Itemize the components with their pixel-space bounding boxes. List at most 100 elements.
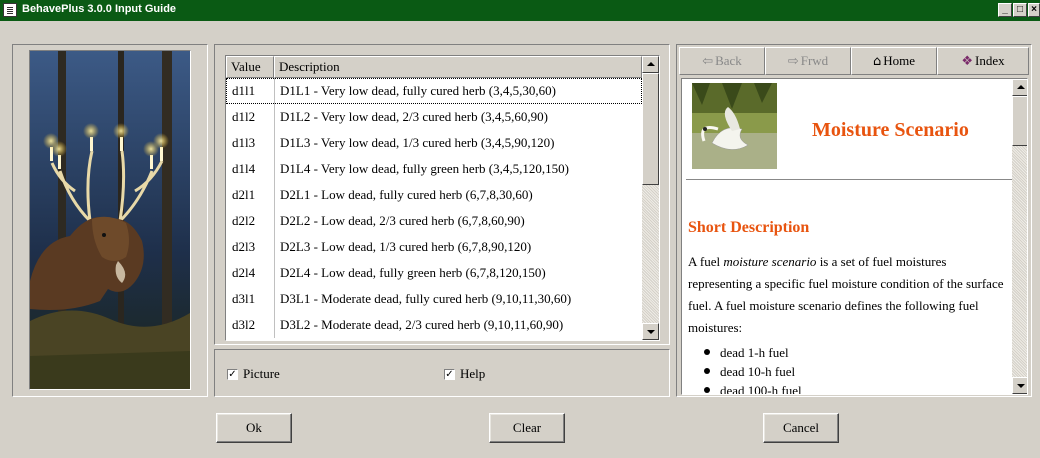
table-row[interactable]: d2l3 D2L3 - Low dead, 1/3 cured herb (6,7… (226, 234, 642, 260)
row-description: D2L1 - Low dead, fully cured herb (6,7,8… (280, 187, 533, 202)
list-header: Value Description (226, 56, 642, 78)
list-item: dead 1-h fuel (688, 343, 1006, 362)
help-paragraph: A fuel moisture scenario is a set of fue… (688, 251, 1006, 339)
home-icon: ⌂ (872, 54, 882, 69)
chevron-down-icon (1017, 384, 1025, 388)
picture-label: Picture (243, 366, 280, 381)
help-panel: ⇦ Back ⇨ Frwd ⌂ Home ❖ Index Moisture Sc… (676, 44, 1032, 397)
row-value: d1l4 (232, 161, 256, 176)
chevron-down-icon (647, 330, 655, 334)
close-icon[interactable]: × (1028, 3, 1040, 17)
help-title: Moisture Scenario (812, 119, 969, 141)
row-value: d2l3 (232, 239, 256, 254)
table-row[interactable]: d1l4 D1L4 - Very low dead, fully green he… (226, 156, 642, 182)
list-item: dead 100-h fuel (688, 381, 1006, 394)
row-value: d2l2 (232, 213, 256, 228)
window-title: BehavePlus 3.0.0 Input Guide (22, 3, 177, 15)
column-separator (274, 156, 275, 182)
row-value: d2l1 (232, 187, 256, 202)
minimize-icon[interactable]: _ (998, 3, 1012, 17)
row-value: d2l4 (232, 265, 256, 280)
help-view[interactable]: Moisture Scenario Short Description A fu… (681, 78, 1028, 395)
cancel-button[interactable]: Cancel (763, 413, 839, 443)
row-description: D2L2 - Low dead, 2/3 cured herb (6,7,8,6… (280, 213, 525, 228)
value-list[interactable]: Value Description d1l1 D1L1 - Very low de… (225, 55, 660, 341)
column-separator (274, 286, 275, 312)
table-row[interactable]: d1l2 D1L2 - Very low dead, 2/3 cured herb… (226, 104, 642, 130)
table-row[interactable]: d1l3 D1L3 - Very low dead, 1/3 cured herb… (226, 130, 642, 156)
row-value: d1l2 (232, 109, 256, 124)
row-value: d3l1 (232, 291, 256, 306)
options-panel: ✓ Picture ✓ Help (214, 349, 670, 397)
clear-button[interactable]: Clear (489, 413, 565, 443)
table-row[interactable]: d1l1 D1L1 - Very low dead, fully cured he… (226, 78, 642, 104)
maximize-icon[interactable]: □ (1013, 3, 1027, 17)
divider (686, 179, 1012, 180)
help-scroll-thumb[interactable] (1012, 96, 1027, 146)
column-header-value[interactable]: Value (226, 56, 274, 78)
help-check-icon[interactable]: ✓ (444, 369, 455, 380)
forward-label: Frwd (800, 53, 829, 68)
row-description: D2L3 - Low dead, 1/3 cured herb (6,7,8,9… (280, 239, 532, 254)
column-separator (274, 78, 275, 104)
swan-picture (692, 83, 777, 169)
elk-candles-picture (29, 50, 191, 390)
scroll-thumb[interactable] (642, 73, 659, 185)
table-row[interactable]: d2l1 D2L1 - Low dead, fully cured herb (6… (226, 182, 642, 208)
table-row[interactable]: d2l4 D2L4 - Low dead, fully green herb (6… (226, 260, 642, 286)
row-description: D1L1 - Very low dead, fully cured herb (… (280, 83, 556, 98)
home-button[interactable]: ⌂ Home (851, 47, 937, 75)
arrow-right-icon: ⇨ (787, 54, 799, 69)
column-separator (274, 312, 275, 338)
help-scrollbar[interactable] (1012, 79, 1027, 394)
column-header-description[interactable]: Description (274, 56, 642, 78)
help-toolbar: ⇦ Back ⇨ Frwd ⌂ Home ❖ Index (679, 47, 1031, 75)
help-content: Moisture Scenario Short Description A fu… (682, 79, 1012, 394)
help-subtitle: Short Description (688, 219, 810, 236)
column-separator (274, 104, 275, 130)
home-label: Home (883, 53, 916, 68)
help-scroll-up-button[interactable] (1012, 79, 1027, 96)
title-bar: BehavePlus 3.0.0 Input Guide _ □ × (0, 0, 1040, 21)
row-description: D1L2 - Very low dead, 2/3 cured herb (3,… (280, 109, 548, 124)
column-separator (274, 208, 275, 234)
paragraph-term: moisture scenario (723, 254, 817, 269)
scroll-down-button[interactable] (642, 323, 659, 340)
ok-button[interactable]: Ok (216, 413, 292, 443)
picture-panel (12, 44, 208, 397)
row-value: d1l1 (232, 83, 256, 98)
paragraph-text-1: A fuel (688, 254, 724, 269)
help-bullet-list: dead 1-h fuel dead 10-h fuel dead 100-h … (688, 343, 1006, 394)
chevron-up-icon (647, 62, 655, 66)
index-button[interactable]: ❖ Index (937, 47, 1029, 75)
picture-check-icon[interactable]: ✓ (227, 369, 238, 380)
scroll-up-button[interactable] (642, 56, 659, 73)
column-separator (274, 260, 275, 286)
back-button[interactable]: ⇦ Back (679, 47, 765, 75)
forward-button[interactable]: ⇨ Frwd (765, 47, 851, 75)
column-separator (274, 234, 275, 260)
list-scrollbar[interactable] (642, 56, 659, 340)
book-icon: ❖ (961, 54, 974, 69)
row-description: D3L2 - Moderate dead, 2/3 cured herb (9,… (280, 317, 564, 332)
row-description: D3L1 - Moderate dead, fully cured herb (… (280, 291, 572, 306)
back-label: Back (715, 53, 742, 68)
table-row[interactable]: d3l2 D3L2 - Moderate dead, 2/3 cured herb… (226, 312, 642, 338)
table-row[interactable]: d3l1 D3L1 - Moderate dead, fully cured he… (226, 286, 642, 312)
list-item: dead 10-h fuel (688, 362, 1006, 381)
help-scroll-down-button[interactable] (1012, 377, 1027, 394)
list-rows: d1l1 D1L1 - Very low dead, fully cured he… (226, 78, 642, 338)
table-row[interactable]: d2l2 D2L2 - Low dead, 2/3 cured herb (6,7… (226, 208, 642, 234)
value-list-panel: Value Description d1l1 D1L1 - Very low de… (214, 44, 670, 345)
column-separator (274, 182, 275, 208)
row-description: D1L3 - Very low dead, 1/3 cured herb (3,… (280, 135, 555, 150)
row-value: d3l2 (232, 317, 256, 332)
chevron-up-icon (1017, 85, 1025, 89)
help-label: Help (460, 366, 486, 381)
column-separator (274, 130, 275, 156)
row-description: D1L4 - Very low dead, fully green herb (… (280, 161, 569, 176)
app-icon (3, 3, 17, 17)
row-description: D2L4 - Low dead, fully green herb (6,7,8… (280, 265, 546, 280)
arrow-left-icon: ⇦ (702, 54, 714, 69)
row-value: d1l3 (232, 135, 256, 150)
